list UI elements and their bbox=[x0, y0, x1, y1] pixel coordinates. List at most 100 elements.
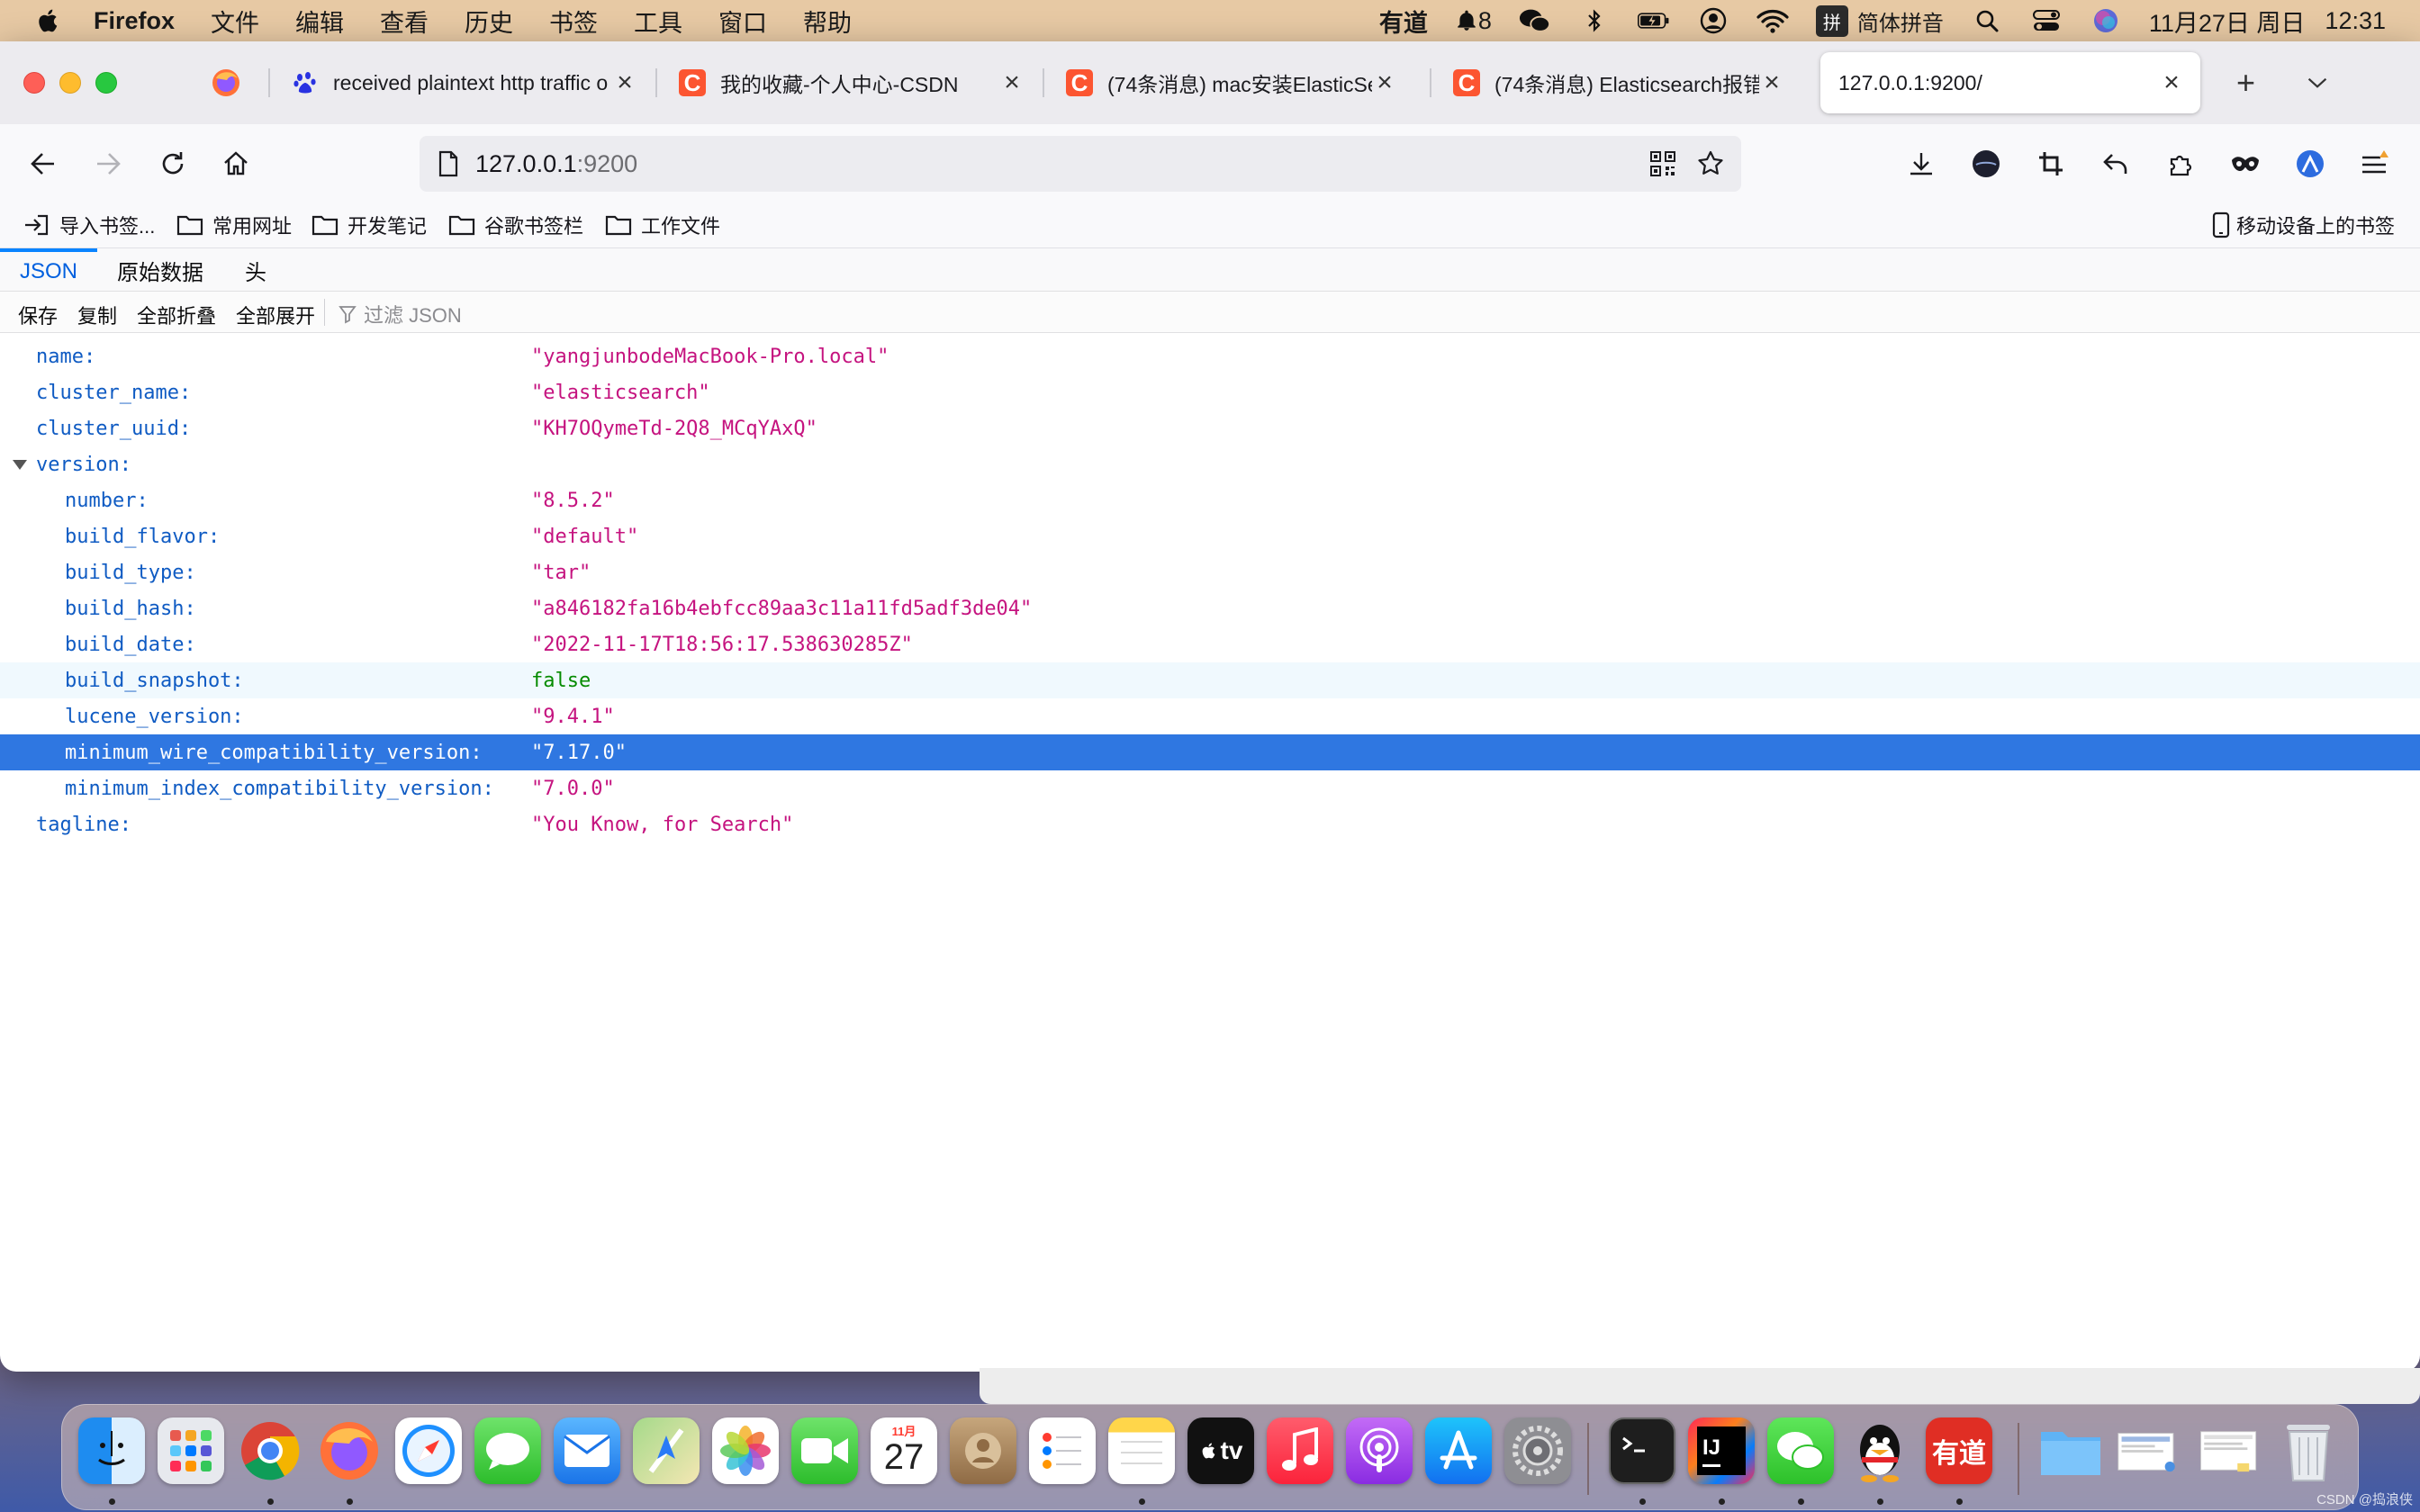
contacts-dock-icon[interactable] bbox=[950, 1418, 1016, 1484]
reminders-dock-icon[interactable] bbox=[1029, 1418, 1096, 1484]
menu-view[interactable]: 查看 bbox=[380, 4, 429, 39]
menu-history[interactable]: 历史 bbox=[465, 4, 513, 39]
app-menu-button[interactable] bbox=[2355, 144, 2395, 184]
json-row[interactable]: build_snapshot: false bbox=[0, 662, 2420, 698]
json-row-selected[interactable]: minimum_wire_compatibility_version: "7.1… bbox=[0, 734, 2420, 770]
wifi-icon[interactable] bbox=[1756, 7, 1789, 34]
tab-json[interactable]: JSON bbox=[0, 248, 97, 292]
reload-button[interactable] bbox=[153, 144, 193, 184]
json-row[interactable]: build_flavor: "default" bbox=[0, 518, 2420, 554]
tab-baidu[interactable]: received plaintext http traffic o × bbox=[275, 52, 654, 113]
maps-dock-icon[interactable] bbox=[633, 1418, 700, 1484]
account-button[interactable] bbox=[2290, 144, 2330, 184]
menu-tools[interactable]: 工具 bbox=[634, 4, 682, 39]
menu-window[interactable]: 窗口 bbox=[718, 4, 767, 39]
menu-edit[interactable]: 编辑 bbox=[295, 4, 344, 39]
close-tab-icon[interactable]: × bbox=[2159, 68, 2184, 98]
downloads-button[interactable] bbox=[1901, 144, 1941, 184]
new-tab-button[interactable]: + bbox=[2220, 52, 2274, 113]
bookmark-folder-work[interactable]: 工作文件 bbox=[605, 211, 720, 239]
menu-bookmarks[interactable]: 书签 bbox=[549, 4, 598, 39]
expand-all-button[interactable]: 全部展开 bbox=[236, 301, 315, 329]
tab-csdn-favorites[interactable]: C 我的收藏-个人中心-CSDN × bbox=[663, 52, 1041, 113]
music-dock-icon[interactable] bbox=[1267, 1418, 1333, 1484]
spotlight-search-icon[interactable] bbox=[1971, 7, 2003, 34]
json-row[interactable]: name: "yangjunbodeMacBook-Pro.local" bbox=[0, 338, 2420, 374]
bookmark-folder-dev-notes[interactable]: 开发笔记 bbox=[312, 211, 427, 239]
downloads-folder-dock-icon[interactable] bbox=[2037, 1418, 2104, 1484]
photos-dock-icon[interactable] bbox=[712, 1418, 779, 1484]
apple-tv-dock-icon[interactable]: tv bbox=[1187, 1418, 1254, 1484]
input-method-name[interactable]: 简体拼音 bbox=[1857, 5, 1944, 37]
youdao-status-item[interactable]: 有道 bbox=[1379, 4, 1428, 39]
notes-dock-icon[interactable] bbox=[1108, 1418, 1175, 1484]
private-mask-button[interactable] bbox=[2226, 144, 2265, 184]
json-row[interactable]: lucene_version: "9.4.1" bbox=[0, 698, 2420, 734]
calendar-dock-icon[interactable]: 11月 27 bbox=[871, 1418, 937, 1484]
close-window-button[interactable] bbox=[23, 72, 45, 94]
close-tab-icon[interactable]: × bbox=[1759, 68, 1784, 98]
firefox-dock-icon[interactable] bbox=[316, 1418, 383, 1484]
bookmark-folder-google[interactable]: 谷歌书签栏 bbox=[448, 211, 583, 239]
json-row[interactable]: cluster_uuid: "KH7OQymeTd-2Q8_MCqYAxQ" bbox=[0, 410, 2420, 446]
minimize-window-button[interactable] bbox=[59, 72, 81, 94]
forward-button[interactable] bbox=[88, 144, 128, 184]
undo-close-tab-button[interactable] bbox=[2096, 144, 2136, 184]
tab-headers[interactable]: 头 bbox=[245, 248, 266, 292]
mobile-bookmarks-item[interactable]: 移动设备上的书签 bbox=[2211, 211, 2395, 239]
menubar-date[interactable]: 11月27日 周日 bbox=[2149, 4, 2306, 39]
bookmark-folder-common[interactable]: 常用网址 bbox=[176, 211, 292, 239]
qr-code-icon[interactable] bbox=[1649, 150, 1676, 177]
battery-icon[interactable] bbox=[1637, 7, 1670, 34]
json-row[interactable]: minimum_index_compatibility_version: "7.… bbox=[0, 770, 2420, 806]
app-menu-firefox[interactable]: Firefox bbox=[94, 7, 175, 35]
close-tab-icon[interactable]: × bbox=[999, 68, 1025, 98]
maximize-window-button[interactable] bbox=[95, 72, 117, 94]
save-button[interactable]: 保存 bbox=[18, 301, 58, 329]
intellij-dock-icon[interactable]: IJ bbox=[1688, 1418, 1755, 1484]
qq-notification-icon[interactable]: 8 bbox=[1455, 7, 1492, 34]
mail-dock-icon[interactable] bbox=[554, 1418, 620, 1484]
json-row[interactable]: build_date: "2022-11-17T18:56:17.5386302… bbox=[0, 626, 2420, 662]
json-row[interactable]: tagline: "You Know, for Search" bbox=[0, 806, 2420, 842]
filter-json-input[interactable]: 过滤 JSON bbox=[339, 300, 462, 328]
menu-file[interactable]: 文件 bbox=[211, 4, 259, 39]
trash-dock-icon[interactable] bbox=[2275, 1418, 2342, 1484]
launchpad-dock-icon[interactable] bbox=[158, 1418, 224, 1484]
tab-localhost-9200[interactable]: 127.0.0.1:9200/ × bbox=[1820, 52, 2200, 113]
tab-csdn-mac-install[interactable]: C (74条消息) mac安装ElasticSear × bbox=[1050, 52, 1413, 113]
screenshot-button[interactable] bbox=[2031, 144, 2071, 184]
bookmark-star-icon[interactable] bbox=[1696, 149, 1725, 178]
chrome-dock-icon[interactable] bbox=[237, 1418, 303, 1484]
url-bar[interactable]: 127.0.0.1:9200 bbox=[420, 136, 1741, 192]
apple-menu-icon[interactable] bbox=[34, 6, 63, 35]
close-tab-icon[interactable]: × bbox=[612, 68, 637, 98]
extensions-menu-button[interactable] bbox=[2161, 144, 2200, 184]
terminal-dock-icon[interactable] bbox=[1609, 1418, 1675, 1484]
close-tab-icon[interactable]: × bbox=[1372, 68, 1397, 98]
youdao-dock-icon[interactable]: 有道 bbox=[1926, 1418, 1992, 1484]
copy-button[interactable]: 复制 bbox=[77, 301, 117, 329]
wechat-dock-icon[interactable] bbox=[1767, 1418, 1834, 1484]
facetime-dock-icon[interactable] bbox=[791, 1418, 858, 1484]
documents-stack[interactable] bbox=[2196, 1418, 2262, 1484]
menu-help[interactable]: 帮助 bbox=[803, 4, 852, 39]
recent-screenshots-stack[interactable] bbox=[2117, 1418, 2183, 1484]
control-center-icon[interactable] bbox=[2030, 7, 2063, 34]
siri-icon[interactable] bbox=[2090, 7, 2122, 34]
tab-csdn-es-error[interactable]: C (74条消息) Elasticsearch报错： × bbox=[1437, 52, 1801, 113]
app-store-dock-icon[interactable] bbox=[1425, 1418, 1492, 1484]
json-row[interactable]: build_hash: "a846182fa16b4ebfcc89aa3c11a… bbox=[0, 590, 2420, 626]
messages-dock-icon[interactable] bbox=[474, 1418, 541, 1484]
extension-button[interactable] bbox=[1966, 144, 2006, 184]
system-preferences-dock-icon[interactable] bbox=[1504, 1418, 1571, 1484]
expand-toggle-icon[interactable] bbox=[13, 459, 27, 470]
menubar-time[interactable]: 12:31 bbox=[2325, 7, 2386, 35]
qq-dock-icon[interactable] bbox=[1847, 1418, 1913, 1484]
json-row[interactable]: cluster_name: "elasticsearch" bbox=[0, 374, 2420, 410]
import-bookmarks-item[interactable]: 导入书签... bbox=[23, 211, 155, 239]
back-button[interactable] bbox=[23, 144, 63, 184]
tab-raw-data[interactable]: 原始数据 bbox=[117, 248, 203, 292]
bluetooth-icon[interactable] bbox=[1578, 7, 1611, 34]
collapse-all-button[interactable]: 全部折叠 bbox=[137, 301, 216, 329]
